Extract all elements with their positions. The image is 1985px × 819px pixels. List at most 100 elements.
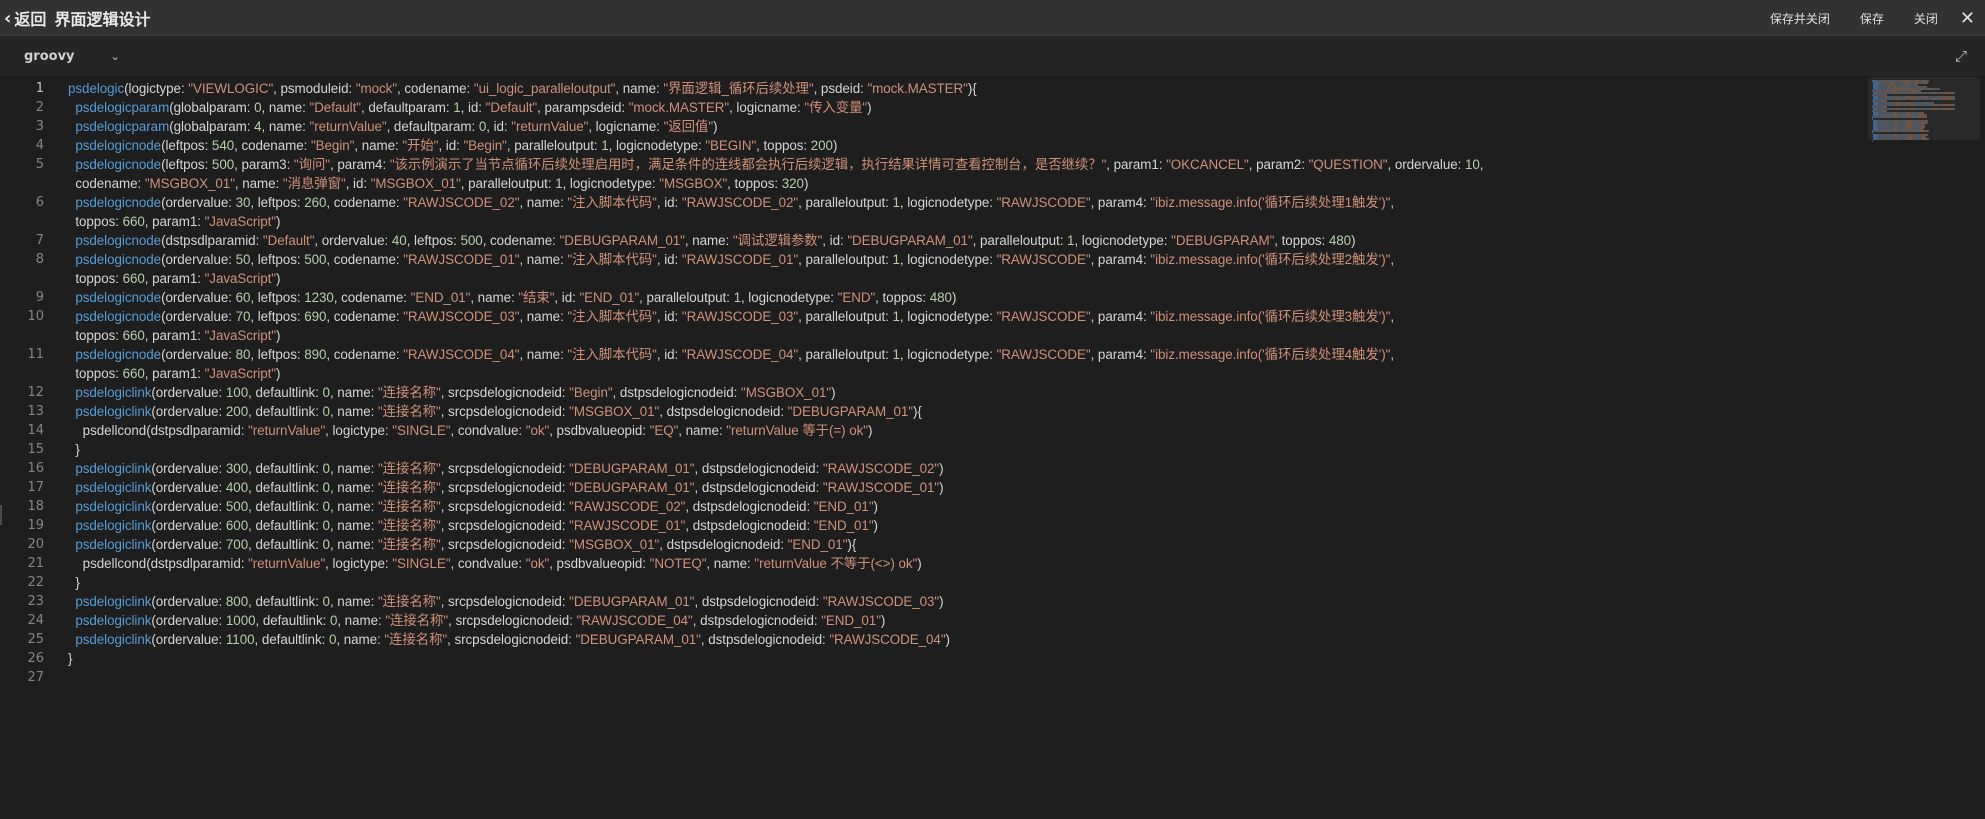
line-number — [0, 269, 44, 288]
line-number: 21 — [27, 556, 44, 571]
code-token: "MSGBOX_01" — [370, 176, 461, 191]
line-number: 2 — [35, 100, 44, 115]
close-button[interactable]: 关闭 — [1914, 10, 1938, 27]
code-line[interactable]: psdelogiclink(ordervalue: 800, defaultli… — [68, 592, 1868, 611]
code-line[interactable]: psdelogicnode(ordervalue: 70, leftpos: 6… — [68, 307, 1868, 326]
code-token: , name: — [337, 613, 386, 628]
code-token: , name: — [329, 594, 378, 609]
code-token: , logicnodetype: — [562, 176, 660, 191]
code-token: , srcpsdelogicnodeid: — [440, 385, 570, 400]
code-token: "ibiz.message.info('循环后续处理3触发')" — [1150, 309, 1391, 324]
code-line[interactable]: toppos: 660, param1: "JavaScript") — [68, 212, 1868, 231]
code-line[interactable]: codename: "MSGBOX_01", name: "消息弹窗", id:… — [68, 174, 1868, 193]
code-line[interactable]: psdellcond(dstpsdlparamid: "returnValue"… — [68, 421, 1868, 440]
code-line[interactable]: psdelogiclink(ordervalue: 400, defaultli… — [68, 478, 1868, 497]
code-token: "ui_logic_paralleloutput" — [473, 81, 616, 96]
code-line[interactable]: toppos: 660, param1: "JavaScript") — [68, 326, 1868, 345]
code-line[interactable]: psdelogicnode(leftpos: 540, codename: "B… — [68, 136, 1868, 155]
code-token: "mock.MASTER" — [867, 81, 968, 96]
code-token: "连接名称" — [377, 461, 441, 476]
minimap[interactable] — [1868, 78, 1980, 142]
code-token: 500 — [225, 499, 249, 514]
back-button[interactable]: ‹ 返回 界面逻辑设计 — [4, 0, 150, 36]
code-line[interactable]: psdelogicnode(ordervalue: 80, leftpos: 8… — [68, 345, 1868, 364]
code-line[interactable]: psdelogic(logictype: "VIEWLOGIC", psmodu… — [68, 79, 1868, 98]
code-token: , leftpos: — [250, 290, 305, 305]
code-line[interactable]: psdelogiclink(ordervalue: 200, defaultli… — [68, 402, 1868, 421]
line-number-gutter: 1 2 3 4 5 6 7 8 9 10 11 12 13 14 15 16 17 18 19 20 21 22 23 24 2… — [0, 79, 50, 687]
code-token: ) — [1351, 233, 1356, 248]
code-token: (globalparam: — [169, 119, 255, 134]
code-token: , ordervalue: — [314, 233, 392, 248]
code-token: (ordervalue: — [151, 461, 226, 476]
line-number — [0, 364, 44, 383]
expand-icon[interactable]: ⤢ — [1955, 36, 1967, 76]
code-line[interactable]: psdelogiclink(ordervalue: 1100, defaultl… — [68, 630, 1868, 649]
code-line[interactable]: psdelogiclink(ordervalue: 700, defaultli… — [68, 535, 1868, 554]
code-token: (ordervalue: — [151, 518, 226, 533]
code-token: 500 — [211, 157, 235, 172]
code-line[interactable]: psdelogiclink(ordervalue: 600, defaultli… — [68, 516, 1868, 535]
code-token: psdelogiclink — [75, 537, 152, 552]
code-token: psdelogiclink — [75, 613, 152, 628]
code-line[interactable]: toppos: 660, param1: "JavaScript") — [68, 364, 1868, 383]
code-token: , dstpsdelogicnodeid: — [694, 594, 823, 609]
code-token: , ordervalue: — [1387, 157, 1465, 172]
code-line[interactable]: psdelogicparam(globalparam: 0, name: "De… — [68, 98, 1868, 117]
line-number: 5 — [35, 157, 44, 172]
code-token: 200 — [225, 404, 249, 419]
code-area[interactable]: psdelogic(logictype: "VIEWLOGIC", psmodu… — [68, 79, 1868, 687]
code-line[interactable]: psdellcond(dstpsdlparamid: "returnValue"… — [68, 554, 1868, 573]
code-token: "JavaScript" — [204, 214, 277, 229]
editor-toolbar: groovy ⌄ ⤢ — [0, 36, 1985, 77]
code-line[interactable]: toppos: 660, param1: "JavaScript") — [68, 269, 1868, 288]
language-select[interactable]: groovy ⌄ — [24, 36, 120, 76]
chevron-down-icon: ⌄ — [110, 49, 120, 63]
code-line[interactable]: psdelogicnode(dstpsdlparamid: "Default",… — [68, 231, 1868, 250]
code-line[interactable]: psdelogiclink(ordervalue: 1000, defaultl… — [68, 611, 1868, 630]
code-token: , logicnodetype: — [899, 195, 997, 210]
code-token: psdelogicnode — [75, 157, 162, 172]
code-token: , name: — [234, 176, 283, 191]
code-line[interactable]: } — [68, 440, 1868, 459]
code-token: 10 — [1464, 157, 1480, 172]
code-token: , codename: — [234, 138, 311, 153]
code-line[interactable]: psdelogicnode(ordervalue: 30, leftpos: 2… — [68, 193, 1868, 212]
code-token: "Begin" — [463, 138, 507, 153]
code-token: "SINGLE" — [392, 423, 451, 438]
code-line[interactable]: } — [68, 573, 1868, 592]
code-line[interactable]: psdelogiclink(ordervalue: 300, defaultli… — [68, 459, 1868, 478]
code-token: ) — [713, 119, 718, 134]
code-token: , name: — [615, 81, 664, 96]
code-token: , id: — [822, 233, 848, 248]
save-and-close-button[interactable]: 保存并关闭 — [1770, 10, 1830, 27]
line-number: 6 — [35, 195, 44, 210]
code-line[interactable]: psdelogiclink(ordervalue: 500, defaultli… — [68, 497, 1868, 516]
code-line[interactable] — [68, 668, 1868, 687]
code-line[interactable]: psdelogicnode(ordervalue: 60, leftpos: 1… — [68, 288, 1868, 307]
code-token: "连接名称" — [377, 499, 441, 514]
code-line[interactable]: psdelogicnode(ordervalue: 50, leftpos: 5… — [68, 250, 1868, 269]
code-line[interactable]: psdelogiclink(ordervalue: 100, defaultli… — [68, 383, 1868, 402]
minimap-line — [1924, 126, 1925, 128]
close-icon[interactable]: ✕ — [1960, 8, 1975, 29]
code-line[interactable]: psdelogicparam(globalparam: 4, name: "re… — [68, 117, 1868, 136]
code-line[interactable]: } — [68, 649, 1868, 668]
code-token: , codename: — [326, 347, 404, 362]
code-token: , name: — [261, 119, 310, 134]
code-line[interactable]: psdelogicnode(leftpos: 500, param3: "询问"… — [68, 155, 1868, 174]
code-token: "JavaScript" — [204, 328, 277, 343]
code-token: "连接名称" — [385, 613, 449, 628]
code-token: 660 — [122, 366, 145, 381]
code-token: "RAWJSCODE_01" — [681, 252, 799, 267]
save-button[interactable]: 保存 — [1860, 10, 1884, 27]
code-token: 200 — [810, 138, 833, 153]
code-token: , logicnodetype: — [899, 309, 997, 324]
code-token: psdelogiclink — [75, 480, 152, 495]
code-editor[interactable]: 1 2 3 4 5 6 7 8 9 10 11 12 13 14 15 16 17 18 19 20 21 22 23 24 2… — [0, 77, 1985, 819]
code-token: 260 — [304, 195, 327, 210]
code-token: , toppos: — [875, 290, 930, 305]
minimap-line — [1941, 108, 1954, 110]
code-token: , dstpsdelogicnodeid: — [694, 480, 823, 495]
code-token: 1 — [601, 138, 609, 153]
